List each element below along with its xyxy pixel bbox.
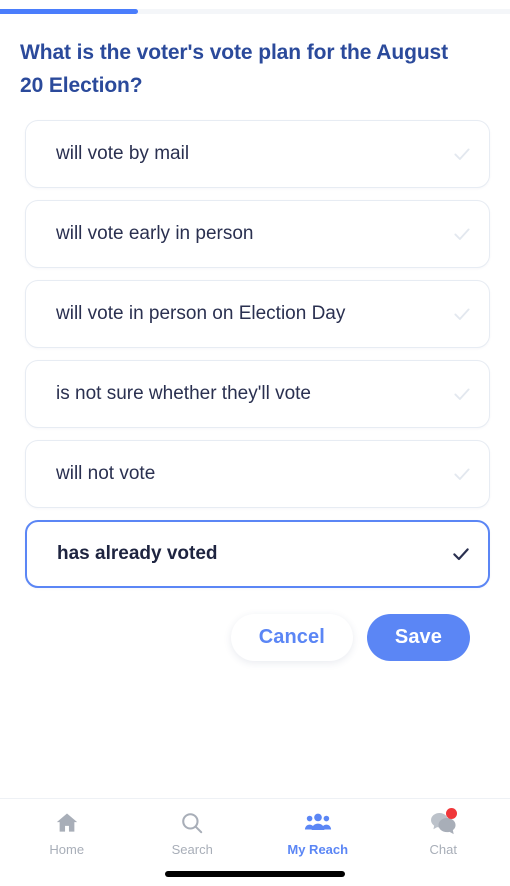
- home-indicator[interactable]: [165, 871, 345, 877]
- nav-label: Search: [171, 842, 213, 857]
- option-label: will not vote: [56, 463, 156, 484]
- option-label: will vote in person on Election Day: [56, 303, 346, 324]
- option-label: will vote by mail: [56, 143, 190, 164]
- nav-item-chat[interactable]: Chat: [381, 808, 507, 857]
- option-list: will vote by mail will vote early in per…: [20, 120, 490, 588]
- nav-item-home[interactable]: Home: [4, 809, 130, 857]
- option-card[interactable]: will vote in person on Election Day: [20, 280, 490, 348]
- nav-label: Chat: [429, 842, 457, 857]
- option-label: is not sure whether they'll vote: [56, 383, 311, 404]
- check-icon: [451, 383, 473, 405]
- option-label: has already voted: [57, 543, 218, 564]
- people-group-icon: [304, 809, 332, 837]
- survey-content: What is the voter's vote plan for the Au…: [0, 14, 510, 798]
- cancel-button[interactable]: Cancel: [230, 614, 353, 661]
- question-title: What is the voter's vote plan for the Au…: [20, 41, 449, 97]
- chat-bubbles-icon: [430, 808, 457, 837]
- check-icon: [451, 463, 473, 485]
- bottom-navigation: Home Search My Reach Chat: [0, 798, 510, 886]
- option-card[interactable]: is not sure whether they'll vote: [20, 360, 490, 428]
- nav-label: My Reach: [287, 842, 349, 857]
- check-icon: [451, 223, 473, 245]
- save-button[interactable]: Save: [366, 614, 470, 661]
- home-icon: [54, 809, 80, 837]
- nav-item-search[interactable]: Search: [130, 809, 256, 857]
- option-card[interactable]: will vote by mail: [20, 120, 490, 188]
- option-label: will vote early in person: [56, 223, 254, 244]
- progress-bar-fill: [0, 9, 138, 14]
- check-icon: [451, 303, 473, 325]
- check-icon: [451, 143, 473, 165]
- nav-item-my-reach[interactable]: My Reach: [255, 809, 381, 857]
- progress-bar-track: [0, 9, 510, 14]
- nav-label: Home: [49, 842, 85, 857]
- option-card-selected[interactable]: has already voted: [25, 520, 490, 588]
- search-icon: [179, 809, 205, 837]
- action-buttons: Cancel Save: [20, 588, 490, 661]
- nav-items: Home Search My Reach Chat: [0, 808, 510, 857]
- option-card[interactable]: will not vote: [20, 440, 490, 508]
- home-indicator-area: [0, 857, 510, 886]
- check-icon: [450, 543, 472, 565]
- notification-badge: [445, 808, 457, 819]
- option-card[interactable]: will vote early in person: [20, 200, 490, 268]
- survey-screen: What is the voter's vote plan for the Au…: [0, 0, 510, 886]
